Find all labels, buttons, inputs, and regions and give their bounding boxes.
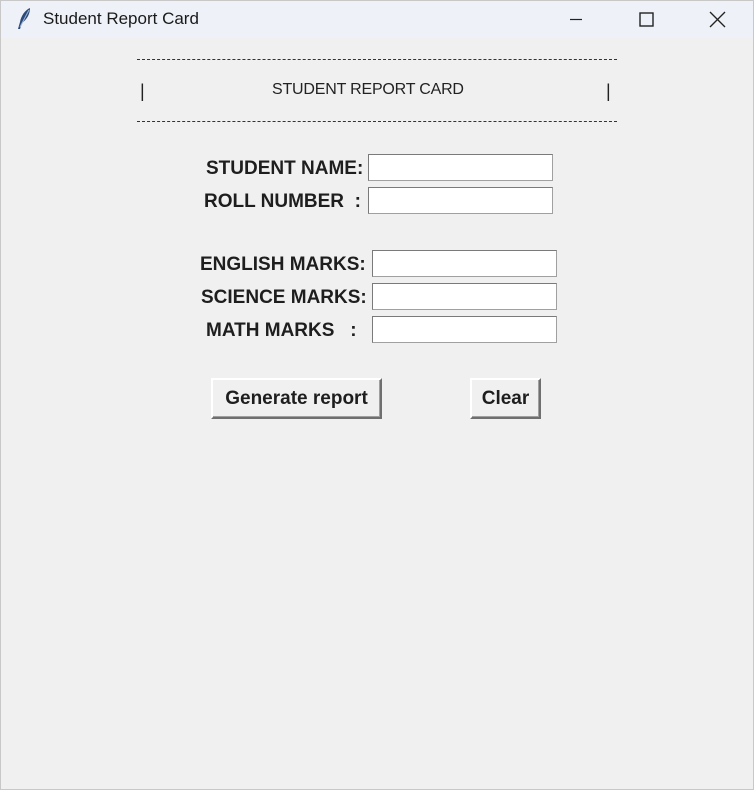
clear-button[interactable]: Clear	[470, 378, 541, 419]
window-title: Student Report Card	[43, 9, 199, 28]
header-divider-top	[137, 59, 617, 60]
title-bar[interactable]: Student Report Card	[1, 1, 753, 38]
header-right-pipe: |	[606, 81, 611, 101]
math-marks-input[interactable]	[372, 316, 557, 343]
roll-number-label: ROLL NUMBER :	[204, 191, 361, 212]
minimize-icon	[570, 18, 582, 21]
student-name-input[interactable]	[368, 154, 553, 181]
science-marks-label: SCIENCE MARKS:	[201, 287, 367, 308]
minimize-button[interactable]	[553, 1, 599, 38]
header-divider-bottom	[137, 121, 617, 122]
student-name-label: STUDENT NAME:	[206, 158, 364, 179]
english-marks-label: ENGLISH MARKS:	[200, 254, 366, 275]
feather-icon	[18, 8, 30, 29]
close-icon	[709, 11, 726, 28]
science-marks-input[interactable]	[372, 283, 557, 310]
close-button[interactable]	[693, 1, 739, 38]
english-marks-input[interactable]	[372, 250, 557, 277]
app-window: Student Report Card | STUDENT REPORT CAR…	[0, 0, 754, 790]
header-left-pipe: |	[140, 81, 145, 101]
maximize-button[interactable]	[623, 1, 669, 38]
math-marks-label: MATH MARKS :	[206, 320, 357, 341]
roll-number-input[interactable]	[368, 187, 553, 214]
generate-report-button[interactable]: Generate report	[211, 378, 382, 419]
report-card-heading: STUDENT REPORT CARD	[272, 81, 464, 98]
maximize-icon	[639, 12, 654, 27]
